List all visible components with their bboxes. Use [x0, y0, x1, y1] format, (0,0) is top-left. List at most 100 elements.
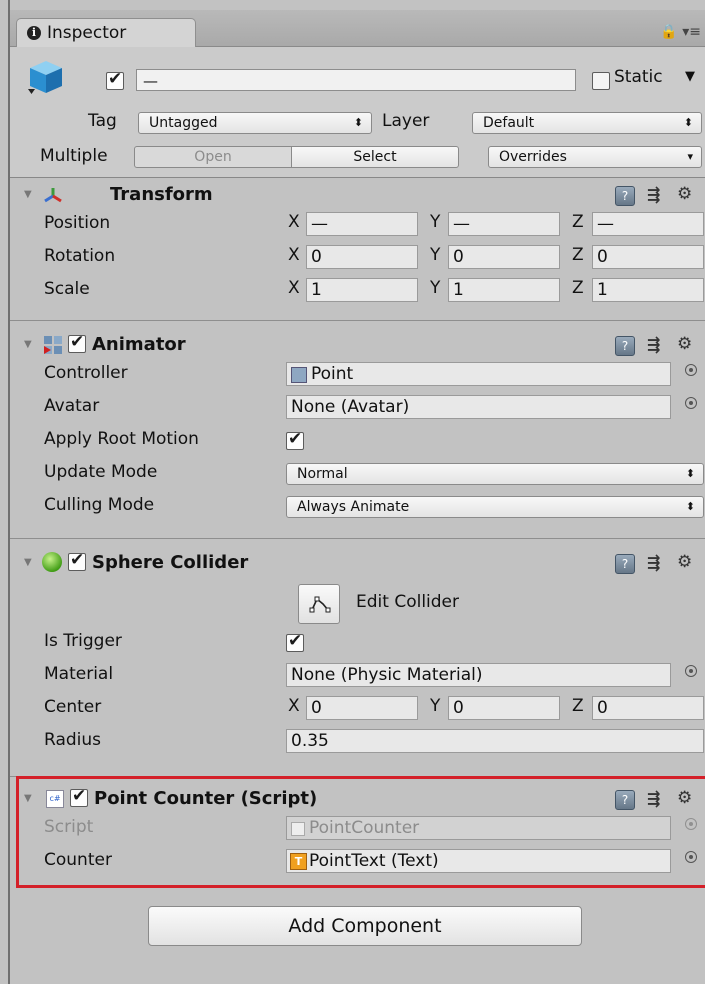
- multiple-label: Multiple: [40, 146, 108, 166]
- avatar-label: Avatar: [44, 396, 100, 416]
- foldout-arrow-icon[interactable]: ▼: [24, 339, 32, 350]
- highlight-box: [16, 776, 705, 888]
- transform-icon: [44, 188, 62, 203]
- axis-z-label: Z: [572, 245, 584, 265]
- axis-x-label: X: [288, 278, 300, 298]
- help-icon[interactable]: ?: [615, 554, 635, 574]
- help-icon[interactable]: ?: [615, 186, 635, 206]
- position-x-field[interactable]: —: [306, 212, 418, 236]
- info-icon: i: [27, 26, 41, 40]
- tab-inspector-label: Inspector: [47, 23, 127, 43]
- transform-component: ▼ Transform ? ⇶ ⚙ Position X — Y — Z — R…: [10, 180, 705, 307]
- rotation-label: Rotation: [44, 246, 116, 266]
- menu-icon[interactable]: ▾≡: [682, 24, 701, 40]
- preset-icon[interactable]: ⇶: [647, 335, 660, 354]
- object-picker-icon[interactable]: [685, 364, 697, 376]
- preset-icon[interactable]: ⇶: [647, 553, 660, 572]
- static-checkbox[interactable]: [592, 72, 610, 90]
- gear-icon[interactable]: ⚙: [677, 552, 692, 572]
- axis-z-label: Z: [572, 696, 584, 716]
- is-trigger-label: Is Trigger: [44, 631, 122, 651]
- center-x-field[interactable]: 0: [306, 696, 418, 720]
- center-y-field[interactable]: 0: [448, 696, 560, 720]
- gear-icon[interactable]: ⚙: [677, 184, 692, 204]
- axis-z-label: Z: [572, 212, 584, 232]
- apply-root-motion-checkbox[interactable]: ✔: [286, 429, 304, 450]
- apply-root-motion-row: Apply Root Motion ✔: [10, 424, 705, 457]
- update-mode-label: Update Mode: [44, 462, 158, 482]
- scale-y-field[interactable]: 1: [448, 278, 560, 302]
- radius-field[interactable]: 0.35: [286, 729, 704, 753]
- culling-mode-row: Culling Mode Always Animate ⬍: [10, 490, 705, 523]
- material-label: Material: [44, 664, 114, 684]
- object-picker-icon[interactable]: [685, 665, 697, 677]
- sphere-collider-header[interactable]: ▼ ✔ Sphere Collider ? ⇶ ⚙: [10, 548, 705, 576]
- sphere-collider-enabled-checkbox[interactable]: ✔: [68, 550, 86, 571]
- foldout-arrow-icon[interactable]: ▼: [24, 189, 32, 200]
- open-button[interactable]: Open: [134, 146, 292, 168]
- lock-icon[interactable]: 🔒: [660, 24, 677, 40]
- culling-mode-dropdown[interactable]: Always Animate ⬍: [286, 496, 704, 518]
- axis-z-label: Z: [572, 278, 584, 298]
- material-row: Material None (Physic Material): [10, 659, 705, 692]
- update-mode-value: Normal: [297, 466, 348, 482]
- add-component-button[interactable]: Add Component: [148, 906, 582, 946]
- axis-y-label: Y: [430, 278, 441, 298]
- culling-mode-label: Culling Mode: [44, 495, 155, 515]
- animator-enabled-checkbox[interactable]: ✔: [68, 332, 86, 353]
- position-z-field[interactable]: —: [592, 212, 704, 236]
- help-icon[interactable]: ?: [615, 336, 635, 356]
- name-field[interactable]: —: [136, 69, 576, 91]
- dropdown-arrow-icon: ▾: [687, 150, 693, 163]
- radius-label: Radius: [44, 730, 102, 750]
- tag-value: Untagged: [149, 115, 218, 131]
- transform-header[interactable]: ▼ Transform ? ⇶ ⚙: [10, 180, 705, 208]
- animator-component: ▼ ✔ Animator ? ⇶ ⚙ Controller Point Avat…: [10, 330, 705, 523]
- is-trigger-checkbox[interactable]: ✔: [286, 631, 304, 652]
- controller-field[interactable]: Point: [286, 362, 671, 386]
- foldout-arrow-icon[interactable]: ▼: [24, 557, 32, 568]
- inspector-window: i Inspector 🔒 ▾≡ ✔ — Static ▼ Tag Untagg…: [8, 0, 705, 984]
- update-mode-dropdown[interactable]: Normal ⬍: [286, 463, 704, 485]
- axis-y-label: Y: [430, 245, 441, 265]
- check-icon: ✔: [108, 69, 123, 89]
- scale-z-field[interactable]: 1: [592, 278, 704, 302]
- update-mode-row: Update Mode Normal ⬍: [10, 457, 705, 490]
- active-checkbox[interactable]: ✔: [106, 69, 124, 90]
- tag-dropdown[interactable]: Untagged ⬍: [138, 112, 372, 134]
- tab-bar: i Inspector 🔒 ▾≡: [10, 10, 705, 47]
- static-label: Static: [614, 67, 663, 87]
- layer-dropdown[interactable]: Default ⬍: [472, 112, 702, 134]
- layer-value: Default: [483, 115, 535, 131]
- material-field[interactable]: None (Physic Material): [286, 663, 671, 687]
- divider: [10, 538, 705, 539]
- check-icon: ✔: [288, 429, 303, 449]
- rotation-y-field[interactable]: 0: [448, 245, 560, 269]
- edit-collider-button[interactable]: [298, 584, 340, 624]
- divider: [10, 320, 705, 321]
- rotation-x-field[interactable]: 0: [306, 245, 418, 269]
- center-z-field[interactable]: 0: [592, 696, 704, 720]
- animator-controller-icon: [291, 367, 307, 383]
- axis-x-label: X: [288, 696, 300, 716]
- object-picker-icon[interactable]: [685, 397, 697, 409]
- animator-header[interactable]: ▼ ✔ Animator ? ⇶ ⚙: [10, 330, 705, 358]
- avatar-field[interactable]: None (Avatar): [286, 395, 671, 419]
- scale-row: Scale X 1 Y 1 Z 1: [10, 274, 705, 307]
- rotation-z-field[interactable]: 0: [592, 245, 704, 269]
- static-dropdown-arrow-icon[interactable]: ▼: [685, 69, 695, 84]
- edit-collider-icon: [309, 596, 331, 613]
- transform-title: Transform: [110, 184, 213, 205]
- preset-icon[interactable]: ⇶: [647, 185, 660, 204]
- position-row: Position X — Y — Z —: [10, 208, 705, 241]
- gear-icon[interactable]: ⚙: [677, 334, 692, 354]
- animator-title: Animator: [92, 334, 186, 355]
- select-button[interactable]: Select: [291, 146, 459, 168]
- position-y-field[interactable]: —: [448, 212, 560, 236]
- tab-inspector[interactable]: i Inspector: [16, 18, 196, 47]
- dropdown-arrows-icon: ⬍: [683, 116, 693, 129]
- overrides-dropdown[interactable]: Overrides ▾: [488, 146, 702, 168]
- scale-x-field[interactable]: 1: [306, 278, 418, 302]
- sphere-collider-icon: [42, 552, 62, 572]
- culling-mode-value: Always Animate: [297, 499, 410, 515]
